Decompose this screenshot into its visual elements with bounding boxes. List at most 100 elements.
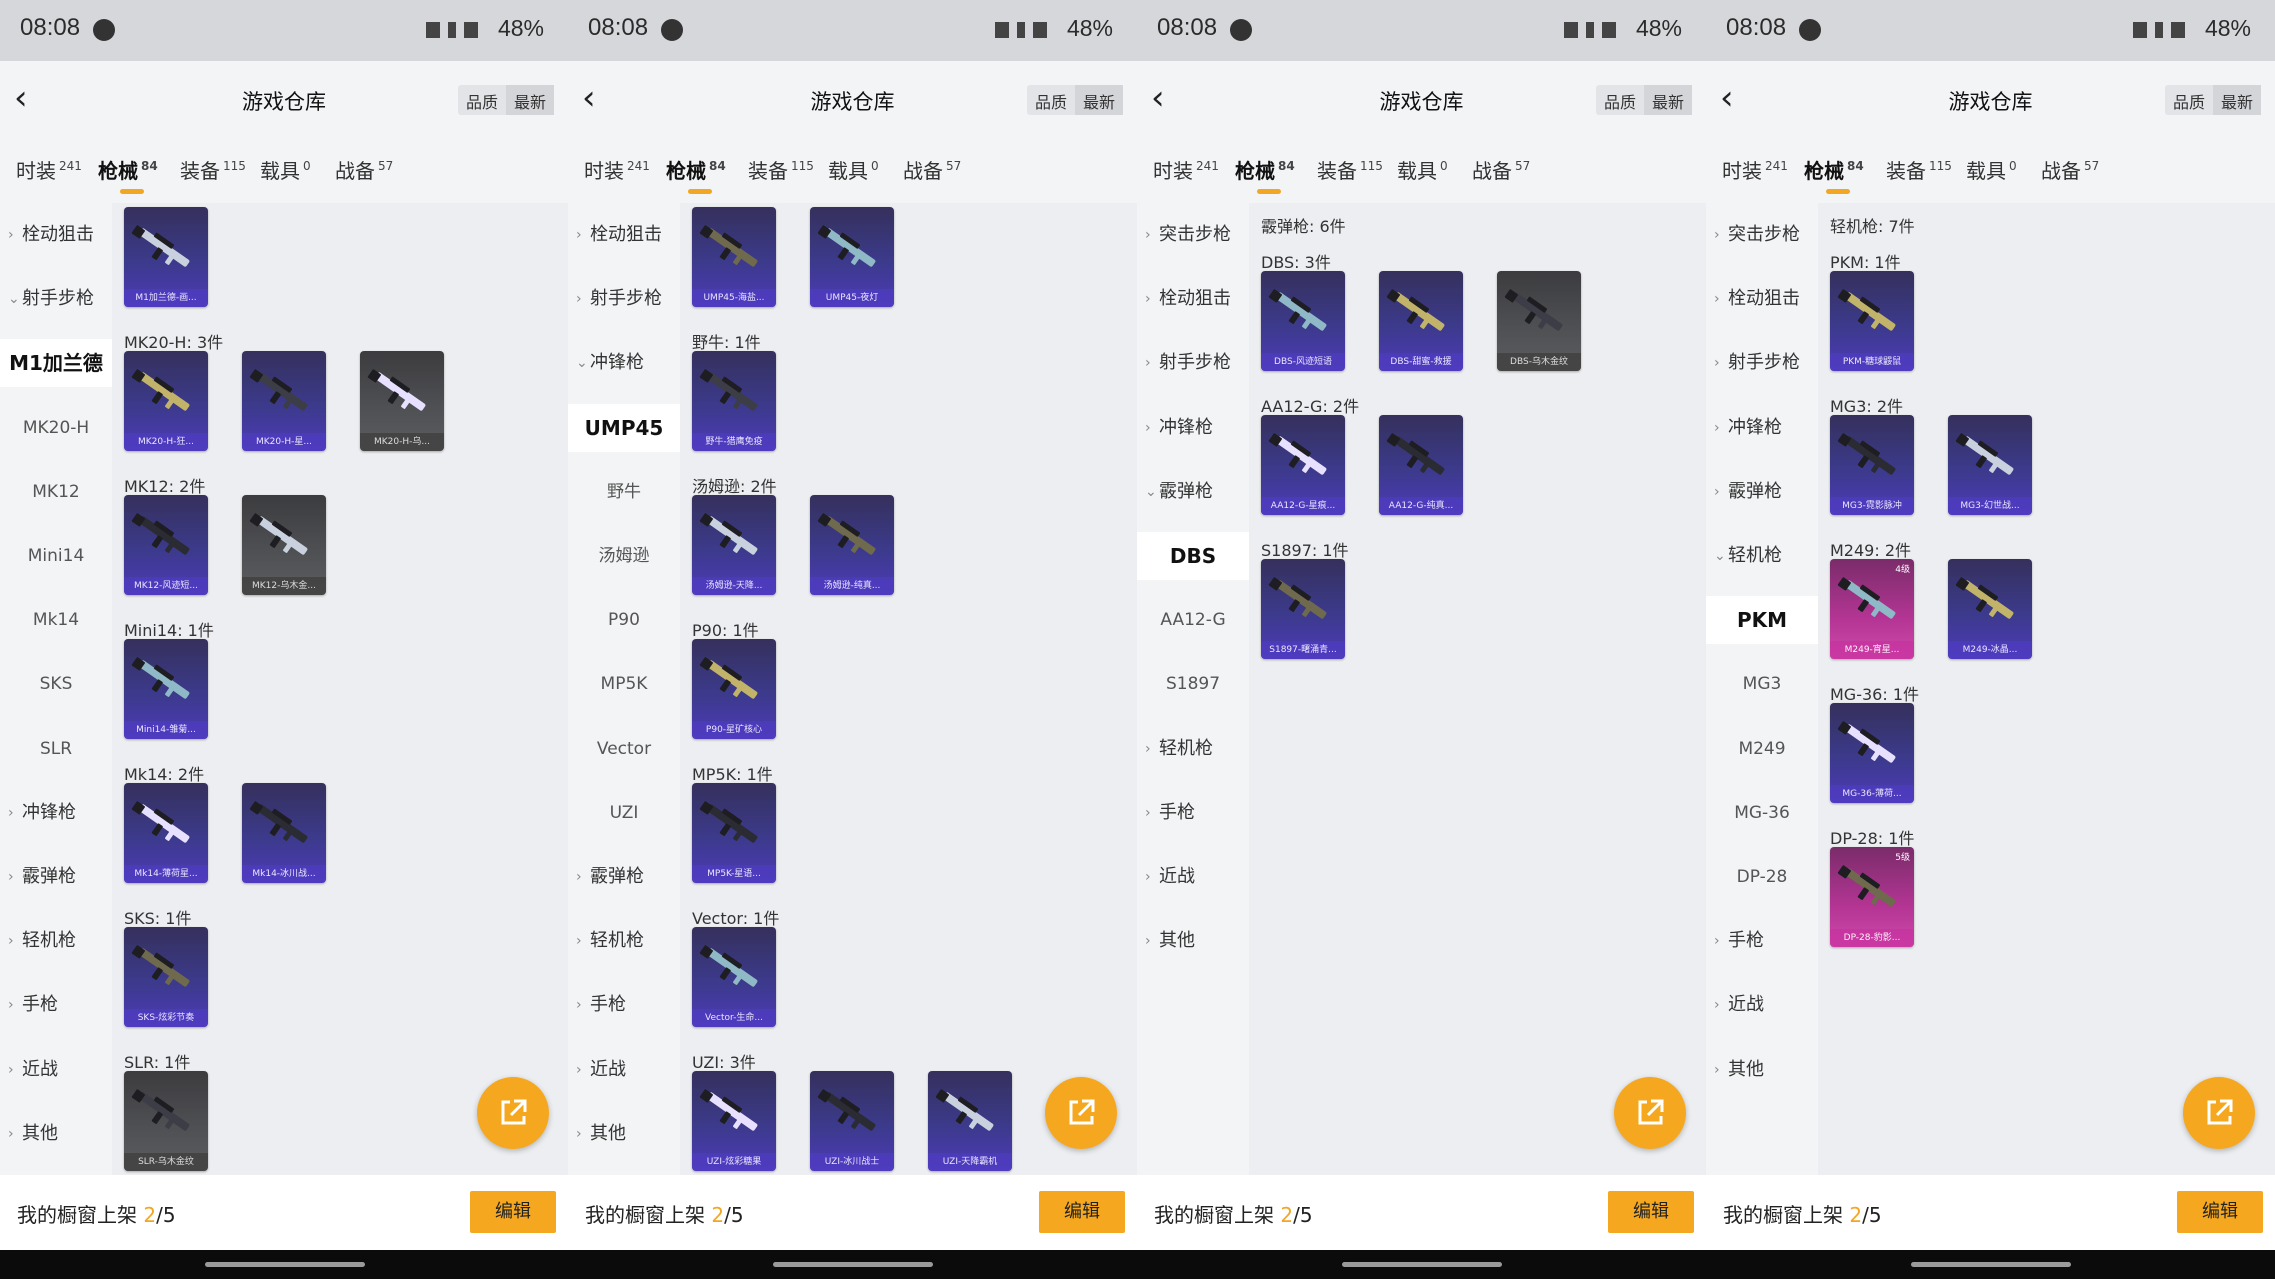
- sidebar-item-12[interactable]: › 近战: [1706, 981, 1818, 1029]
- tab-2[interactable]: 装备 115: [180, 155, 246, 184]
- tab-3[interactable]: 载具 0: [260, 155, 311, 184]
- weapon-skin-card[interactable]: MK20-H-星...: [242, 351, 326, 451]
- weapon-skin-card[interactable]: 5级 DP-28-豹影...: [1830, 847, 1914, 947]
- sort-newest-button[interactable]: 最新: [505, 85, 554, 115]
- sidebar-item-4[interactable]: › 霰弹枪: [1706, 468, 1818, 516]
- sidebar-item-2[interactable]: ⌄ 冲锋枪: [568, 339, 680, 387]
- sidebar-item-1[interactable]: › 射手步枪: [568, 275, 680, 323]
- sidebar-item-3[interactable]: › 冲锋枪: [1706, 404, 1818, 452]
- tab-2[interactable]: 装备 115: [1886, 155, 1952, 184]
- sidebar-item-7[interactable]: MP5K: [568, 660, 680, 708]
- weapon-skin-card[interactable]: M249-冰晶...: [1948, 559, 2032, 659]
- sort-quality-button[interactable]: 品质: [1027, 85, 1075, 115]
- sidebar-item-0[interactable]: › 突击步枪: [1706, 211, 1818, 259]
- weapon-skin-card[interactable]: Mk14-冰川战...: [242, 783, 326, 883]
- sidebar-item-5[interactable]: ⌄ 轻机枪: [1706, 532, 1818, 580]
- sidebar-item-7[interactable]: MG3: [1706, 660, 1818, 708]
- weapon-skin-card[interactable]: SKS-炫彩节奏: [124, 927, 208, 1027]
- sidebar-item-1[interactable]: › 栓动狙击: [1706, 275, 1818, 323]
- weapon-skin-card[interactable]: MG3-霓影脉冲: [1830, 415, 1914, 515]
- sort-quality-button[interactable]: 品质: [2165, 85, 2213, 115]
- tab-0[interactable]: 时装 241: [1722, 155, 1788, 184]
- weapon-skin-card[interactable]: MK12-乌木金...: [242, 495, 326, 595]
- sidebar-item-1[interactable]: › 栓动狙击: [1137, 275, 1249, 323]
- weapon-skin-card[interactable]: Mk14-薄荷星...: [124, 783, 208, 883]
- sidebar-item-2[interactable]: › 射手步枪: [1706, 339, 1818, 387]
- sidebar-item-9[interactable]: › 冲锋枪: [0, 789, 112, 837]
- edit-button[interactable]: 编辑: [2177, 1191, 2263, 1233]
- sidebar-item-13[interactable]: › 近战: [568, 1046, 680, 1094]
- sidebar-item-5[interactable]: DBS: [1137, 532, 1249, 580]
- sidebar-item-4[interactable]: MK12: [0, 468, 112, 516]
- sidebar-item-10[interactable]: › 霰弹枪: [0, 853, 112, 901]
- share-button[interactable]: [477, 1077, 549, 1149]
- sidebar-item-7[interactable]: SKS: [0, 660, 112, 708]
- sidebar-item-13[interactable]: › 近战: [0, 1046, 112, 1094]
- sidebar-item-13[interactable]: › 其他: [1706, 1046, 1818, 1094]
- weapon-skin-card[interactable]: 汤姆逊-纯真...: [810, 495, 894, 595]
- sidebar-item-9[interactable]: MG-36: [1706, 789, 1818, 837]
- sidebar-item-6[interactable]: Mk14: [0, 596, 112, 644]
- sidebar-item-8[interactable]: M249: [1706, 725, 1818, 773]
- sort-newest-button[interactable]: 最新: [1074, 85, 1123, 115]
- sidebar-item-8[interactable]: › 轻机枪: [1137, 725, 1249, 773]
- sidebar-item-4[interactable]: 野牛: [568, 468, 680, 516]
- tab-1[interactable]: 枪械 84: [98, 155, 158, 194]
- weapon-skin-card[interactable]: UZI-天降霸机: [928, 1071, 1012, 1171]
- weapon-skin-card[interactable]: MK20-H-乌...: [360, 351, 444, 451]
- weapon-skin-card[interactable]: Mini14-雏菊...: [124, 639, 208, 739]
- sidebar-item-4[interactable]: ⌄ 霰弹枪: [1137, 468, 1249, 516]
- sidebar-item-5[interactable]: 汤姆逊: [568, 532, 680, 580]
- weapon-skin-card[interactable]: DBS-乌木金纹: [1497, 271, 1581, 371]
- tab-1[interactable]: 枪械 84: [666, 155, 726, 194]
- weapon-skin-card[interactable]: MK12-风迹短...: [124, 495, 208, 595]
- weapon-skin-card[interactable]: Vector-生命...: [692, 927, 776, 1027]
- weapon-skin-card[interactable]: M1加兰德-画...: [124, 207, 208, 307]
- sidebar-item-0[interactable]: › 突击步枪: [1137, 211, 1249, 259]
- tab-4[interactable]: 战备 57: [903, 155, 961, 184]
- tab-0[interactable]: 时装 241: [16, 155, 82, 184]
- sidebar-item-7[interactable]: S1897: [1137, 660, 1249, 708]
- edit-button[interactable]: 编辑: [1608, 1191, 1694, 1233]
- sidebar-item-3[interactable]: UMP45: [568, 403, 680, 452]
- sidebar-item-6[interactable]: P90: [568, 596, 680, 644]
- tab-0[interactable]: 时装 241: [584, 155, 650, 184]
- weapon-skin-card[interactable]: P90-星矿核心: [692, 639, 776, 739]
- tab-1[interactable]: 枪械 84: [1235, 155, 1295, 194]
- sidebar-item-2[interactable]: › 射手步枪: [1137, 339, 1249, 387]
- sidebar-item-10[interactable]: DP-28: [1706, 853, 1818, 901]
- sidebar-item-2[interactable]: M1加兰德: [0, 339, 112, 388]
- weapon-skin-card[interactable]: MK20-H-狂...: [124, 351, 208, 451]
- tab-4[interactable]: 战备 57: [335, 155, 393, 184]
- weapon-skin-card[interactable]: UZI-炫彩糖果: [692, 1071, 776, 1171]
- share-button[interactable]: [1045, 1077, 1117, 1149]
- weapon-skin-card[interactable]: S1897-曙涌青...: [1261, 559, 1345, 659]
- tab-4[interactable]: 战备 57: [1472, 155, 1530, 184]
- sidebar-item-11[interactable]: › 轻机枪: [568, 917, 680, 965]
- sidebar-item-11[interactable]: › 轻机枪: [0, 917, 112, 965]
- tab-4[interactable]: 战备 57: [2041, 155, 2099, 184]
- tab-3[interactable]: 载具 0: [828, 155, 879, 184]
- sidebar-item-10[interactable]: › 近战: [1137, 853, 1249, 901]
- weapon-skin-card[interactable]: UMP45-海盐...: [692, 207, 776, 307]
- sidebar-item-3[interactable]: MK20-H: [0, 404, 112, 452]
- weapon-skin-card[interactable]: AA12-G-星痕...: [1261, 415, 1345, 515]
- weapon-skin-card[interactable]: DBS-甜蜜-救援: [1379, 271, 1463, 371]
- sidebar-item-1[interactable]: ⌄ 射手步枪: [0, 275, 112, 323]
- sort-quality-button[interactable]: 品质: [1596, 85, 1644, 115]
- sidebar-item-8[interactable]: SLR: [0, 725, 112, 773]
- weapon-skin-card[interactable]: SLR-乌木金纹: [124, 1071, 208, 1171]
- sidebar-item-14[interactable]: › 其他: [0, 1110, 112, 1158]
- tab-3[interactable]: 载具 0: [1397, 155, 1448, 184]
- weapon-skin-card[interactable]: UZI-冰川战士: [810, 1071, 894, 1171]
- sidebar-item-10[interactable]: › 霰弹枪: [568, 853, 680, 901]
- share-button[interactable]: [1614, 1077, 1686, 1149]
- sidebar-item-8[interactable]: Vector: [568, 725, 680, 773]
- weapon-skin-card[interactable]: PKM-糖球鼹鼠: [1830, 271, 1914, 371]
- weapon-skin-card[interactable]: UMP45-夜灯: [810, 207, 894, 307]
- weapon-skin-card[interactable]: 4级 M249-宵星...: [1830, 559, 1914, 659]
- weapon-skin-card[interactable]: DBS-风迹短语: [1261, 271, 1345, 371]
- sidebar-item-5[interactable]: Mini14: [0, 532, 112, 580]
- edit-button[interactable]: 编辑: [1039, 1191, 1125, 1233]
- weapon-skin-card[interactable]: MG-36-薄荷...: [1830, 703, 1914, 803]
